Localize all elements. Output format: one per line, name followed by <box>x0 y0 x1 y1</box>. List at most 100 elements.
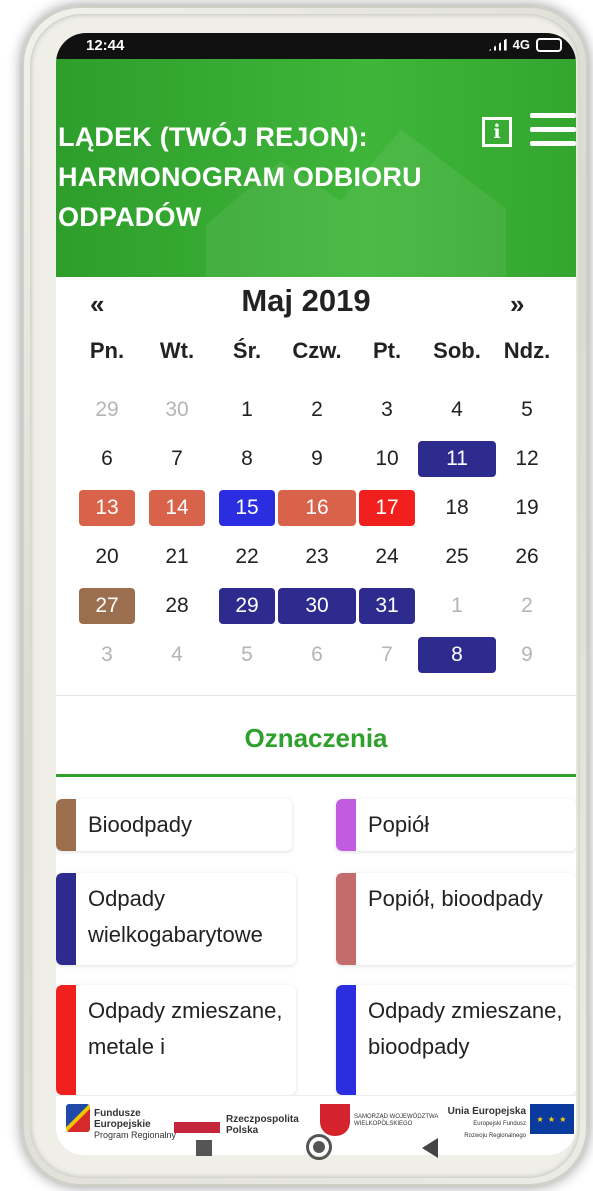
calendar-day-cell[interactable]: 30 <box>278 581 356 630</box>
calendar-day-number: 30 <box>278 587 356 624</box>
calendar-day-cell[interactable]: 4 <box>422 385 492 434</box>
calendar-day-number: 26 <box>515 544 539 568</box>
calendar-day-number: 24 <box>375 544 399 568</box>
calendar-grid: 29 30 1 2 3 4 5 6 7 8 9 10 11 12 13 14 15 16 17 18 19 20 21 22 2… <box>72 385 562 679</box>
calendar-day-cell[interactable]: 1 <box>422 581 492 630</box>
calendar-day-number: 28 <box>165 593 189 617</box>
calendar-day-cell[interactable]: 6 <box>282 630 352 679</box>
calendar-day-number: 29 <box>95 397 119 421</box>
legend-item-popiol-bioodpady: Popiół, bioodpady <box>336 873 576 965</box>
calendar-day-number: 5 <box>521 397 533 421</box>
calendar-day-cell[interactable]: 10 <box>352 434 422 483</box>
calendar-day-cell[interactable]: 31 <box>352 581 422 630</box>
calendar-day-cell[interactable]: 15 <box>212 483 282 532</box>
weekday-label: Pt. <box>372 338 402 363</box>
weekday-header: Pn. Wt. Śr. Czw. Pt. Sob. Ndz. <box>72 338 562 364</box>
calendar-day-number: 2 <box>521 593 533 617</box>
calendar-day-cell[interactable]: 7 <box>352 630 422 679</box>
calendar-day-number: 15 <box>219 489 275 526</box>
weekday-label: Śr. <box>232 338 262 363</box>
calendar-day-cell[interactable]: 3 <box>72 630 142 679</box>
page-title: LĄDEK (TWÓJ REJON): HARMONOGRAM ODBIORU … <box>58 122 422 232</box>
calendar-day-cell[interactable]: 22 <box>212 532 282 581</box>
hamburger-menu-icon[interactable] <box>530 113 576 149</box>
back-icon[interactable] <box>422 1138 438 1158</box>
calendar-day-cell[interactable]: 20 <box>72 532 142 581</box>
calendar-day-cell[interactable]: 21 <box>142 532 212 581</box>
calendar-navigation: « Maj 2019 » <box>56 277 576 329</box>
weekday-label: Sob. <box>433 338 481 363</box>
legend-label: Odpady zmieszane, metale i <box>88 998 283 1059</box>
calendar-day-cell[interactable]: 13 <box>72 483 142 532</box>
calendar-day-cell[interactable]: 6 <box>72 434 142 483</box>
calendar-day-cell[interactable]: 2 <box>282 385 352 434</box>
network-type: 4G <box>512 37 530 52</box>
info-icon[interactable]: i <box>482 117 512 147</box>
calendar-day-number: 22 <box>235 544 259 568</box>
calendar-day-cell[interactable]: 11 <box>418 434 496 483</box>
calendar-day-number: 9 <box>521 642 533 666</box>
calendar-day-cell[interactable]: 16 <box>278 483 356 532</box>
calendar-day-number: 31 <box>359 587 415 624</box>
weekday-label: Czw. <box>292 338 342 363</box>
calendar-day-cell[interactable]: 25 <box>422 532 492 581</box>
calendar-day-cell[interactable]: 29 <box>72 385 142 434</box>
legend-label: Popiół, bioodpady <box>368 886 543 911</box>
calendar-day-cell[interactable]: 3 <box>352 385 422 434</box>
weekday-label: Ndz. <box>503 338 551 363</box>
recent-apps-icon[interactable] <box>196 1140 212 1156</box>
calendar-day-number: 12 <box>515 446 539 470</box>
status-bar: 12:44 4G <box>56 33 576 59</box>
legend-swatch <box>336 985 356 1095</box>
legend-swatch <box>56 873 76 965</box>
calendar-day-cell[interactable]: 28 <box>142 581 212 630</box>
calendar-day-number: 14 <box>149 489 205 526</box>
calendar-day-number: 4 <box>451 397 463 421</box>
calendar-day-cell[interactable]: 24 <box>352 532 422 581</box>
calendar-day-cell[interactable]: 5 <box>212 630 282 679</box>
calendar-day-cell[interactable]: 26 <box>492 532 562 581</box>
calendar-day-cell[interactable]: 23 <box>282 532 352 581</box>
calendar-day-number: 13 <box>79 489 135 526</box>
calendar-day-cell[interactable]: 30 <box>142 385 212 434</box>
legend-item-popiol: Popiół <box>336 799 576 851</box>
calendar-day-cell[interactable]: 18 <box>422 483 492 532</box>
calendar-day-number: 29 <box>219 587 275 624</box>
calendar-day-number: 8 <box>418 636 496 673</box>
home-icon[interactable] <box>306 1134 332 1160</box>
calendar-day-cell[interactable]: 27 <box>72 581 142 630</box>
calendar-day-number: 3 <box>101 642 113 666</box>
calendar-day-number: 4 <box>171 642 183 666</box>
legend-label: Popiół <box>368 812 430 837</box>
legend-item-wielkogabarytowe: Odpady wielkogabarytowe <box>56 873 296 965</box>
prev-month-button[interactable]: « <box>90 289 104 320</box>
legend-label: Bioodpady <box>88 812 192 837</box>
calendar-day-cell[interactable]: 2 <box>492 581 562 630</box>
calendar-day-cell[interactable]: 8 <box>418 630 496 679</box>
legend-divider <box>56 774 576 777</box>
next-month-button[interactable]: » <box>510 289 524 320</box>
calendar-day-cell[interactable]: 17 <box>352 483 422 532</box>
calendar-day-number: 10 <box>375 446 399 470</box>
calendar-day-cell[interactable]: 9 <box>282 434 352 483</box>
calendar-day-cell[interactable]: 9 <box>492 630 562 679</box>
calendar-day-number: 6 <box>311 642 323 666</box>
calendar-day-number: 19 <box>515 495 539 519</box>
calendar-day-cell[interactable]: 4 <box>142 630 212 679</box>
calendar-day-cell[interactable]: 7 <box>142 434 212 483</box>
calendar-day-cell[interactable]: 14 <box>142 483 212 532</box>
calendar-day-number: 17 <box>359 489 415 526</box>
calendar-day-cell[interactable]: 12 <box>492 434 562 483</box>
calendar-day-cell[interactable]: 29 <box>212 581 282 630</box>
calendar-day-number: 9 <box>311 446 323 470</box>
calendar-day-number: 7 <box>171 446 183 470</box>
calendar-day-number: 16 <box>278 489 356 526</box>
calendar-day-number: 25 <box>445 544 469 568</box>
calendar-day-cell[interactable]: 1 <box>212 385 282 434</box>
calendar-day-number: 11 <box>418 440 496 477</box>
calendar-day-cell[interactable]: 19 <box>492 483 562 532</box>
calendar-day-cell[interactable]: 5 <box>492 385 562 434</box>
android-navigation-bar <box>56 1126 576 1174</box>
legend-title: Oznaczenia <box>244 723 388 753</box>
calendar-day-cell[interactable]: 8 <box>212 434 282 483</box>
